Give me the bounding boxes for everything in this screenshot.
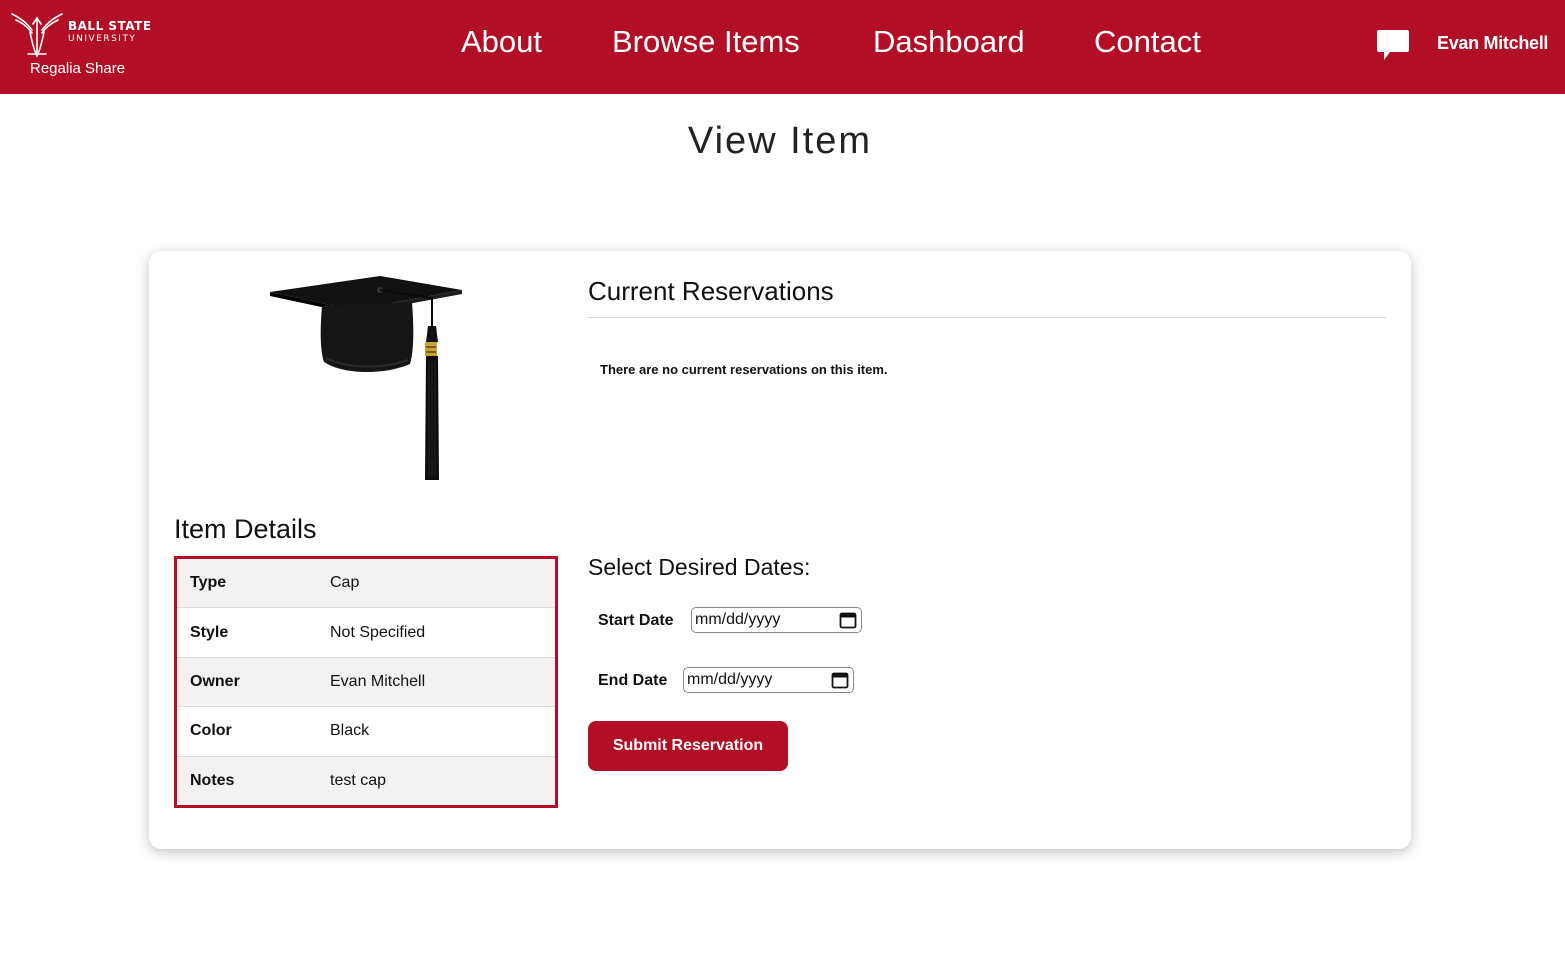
item-details-heading: Item Details: [174, 514, 317, 544]
submit-reservation-button[interactable]: Submit Reservation: [588, 721, 788, 771]
start-date-label: Start Date: [598, 612, 674, 629]
nav-link-contact[interactable]: Contact: [1094, 24, 1201, 60]
end-date-label: End Date: [598, 672, 668, 689]
detail-key-type: Type: [175, 557, 317, 609]
detail-key-notes: Notes: [175, 756, 317, 807]
end-date-placeholder: mm/dd/yyyy: [687, 671, 773, 688]
detail-key-style: Style: [175, 607, 317, 658]
no-reservations-message: There are no current reservations on thi…: [600, 362, 888, 377]
cardinal-logo-icon: [11, 13, 63, 58]
detail-key-owner: Owner: [175, 657, 317, 708]
calendar-icon[interactable]: [831, 671, 849, 689]
start-date-input[interactable]: mm/dd/yyyy: [691, 607, 862, 633]
current-reservations-heading: Current Reservations: [588, 276, 834, 306]
end-date-input[interactable]: mm/dd/yyyy: [683, 667, 854, 693]
nav-link-browse-items[interactable]: Browse Items: [612, 24, 800, 60]
table-row: Notes test cap: [175, 756, 557, 807]
user-menu[interactable]: Evan Mitchell: [1437, 33, 1548, 54]
university-wordmark: BALL STATE UNIVERSITY: [68, 20, 158, 46]
nav-link-about[interactable]: About: [461, 24, 542, 60]
detail-value-owner: Evan Mitchell: [317, 657, 557, 708]
item-details-table: Type Cap Style Not Specified Owner Evan …: [174, 556, 558, 808]
page-title: View Item: [687, 120, 873, 162]
detail-value-color: Black: [317, 706, 557, 757]
select-dates-heading: Select Desired Dates:: [588, 554, 811, 580]
detail-value-notes: test cap: [317, 756, 557, 807]
detail-value-style: Not Specified: [317, 607, 557, 658]
calendar-icon[interactable]: [839, 611, 857, 629]
divider: [588, 317, 1386, 318]
detail-key-color: Color: [175, 706, 317, 757]
table-row: Color Black: [175, 706, 557, 757]
brand[interactable]: BALL STATE UNIVERSITY Regalia Share: [6, 8, 156, 84]
table-row: Owner Evan Mitchell: [175, 657, 557, 708]
university-name-line1: BALL STATE: [68, 19, 152, 33]
app-name: Regalia Share: [30, 60, 126, 77]
graduation-cap-image: [270, 276, 462, 480]
nav-link-dashboard[interactable]: Dashboard: [873, 24, 1025, 60]
chat-bubble-icon[interactable]: [1376, 28, 1410, 62]
start-date-placeholder: mm/dd/yyyy: [695, 611, 781, 628]
detail-value-type: Cap: [317, 557, 557, 609]
table-row: Style Not Specified: [175, 607, 557, 658]
table-row: Type Cap: [175, 557, 557, 609]
top-navbar: BALL STATE UNIVERSITY Regalia Share Abou…: [0, 0, 1565, 94]
university-name-line2: UNIVERSITY: [68, 34, 137, 44]
